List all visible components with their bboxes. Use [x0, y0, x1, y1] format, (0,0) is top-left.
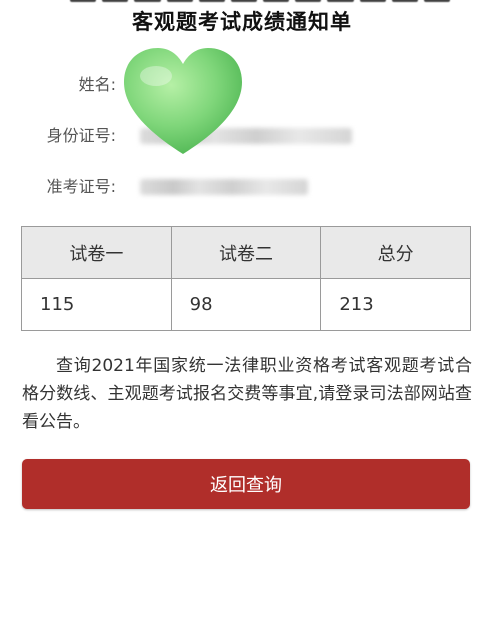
score-table: 试卷一 试卷二 总分 115 98 213 — [21, 226, 471, 331]
table-header-row: 试卷一 试卷二 总分 — [21, 226, 471, 279]
back-to-query-button[interactable]: 返回查询 — [22, 459, 470, 509]
green-heart-sticker-icon — [124, 48, 242, 154]
admission-number-label: 准考证号: — [46, 177, 116, 196]
notice-text: 查询2021年国家统一法律职业资格考试客观题考试合格分数线、主观题考试报名交费等… — [22, 356, 472, 432]
paper1-header: 试卷一 — [21, 226, 172, 279]
paper1-score: 115 — [21, 278, 172, 331]
table-row: 115 98 213 — [21, 278, 471, 331]
admission-number-row: 准考证号: — [0, 172, 484, 202]
paper2-header: 试卷二 — [170, 226, 322, 279]
name-label: 姓名: — [78, 75, 116, 94]
total-header: 总分 — [320, 226, 471, 279]
admission-number-value-redacted — [140, 179, 308, 195]
id-number-label: 身份证号: — [46, 126, 116, 145]
paper2-score: 98 — [170, 278, 322, 331]
total-score: 213 — [320, 278, 471, 331]
page-title: 客观题考试成绩通知单 — [132, 10, 352, 34]
